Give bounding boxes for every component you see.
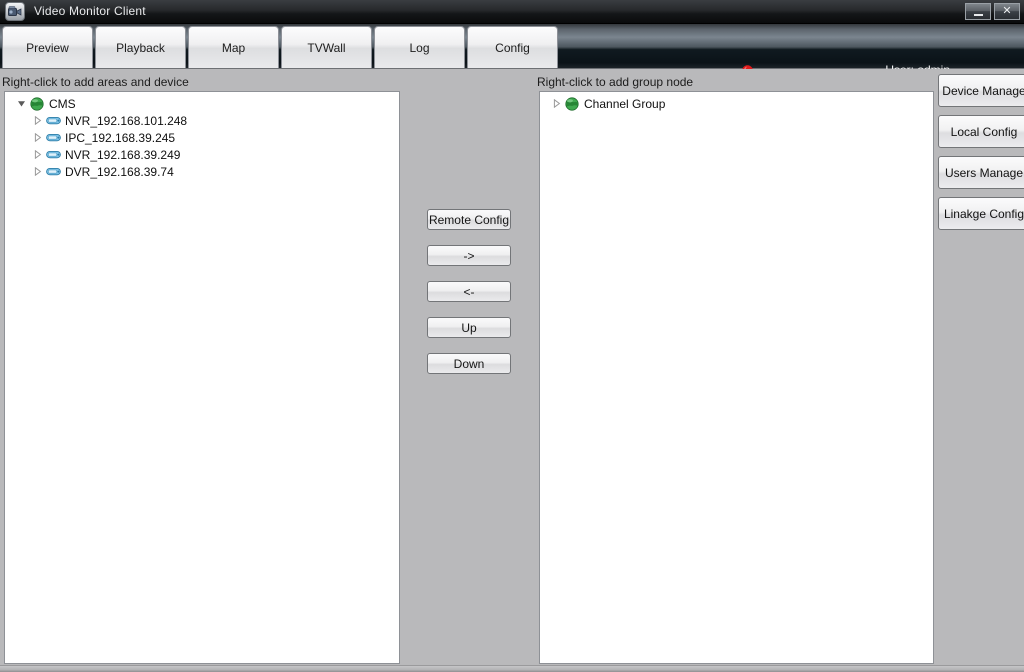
group-tree-panel[interactable]: Channel Group [539,91,934,664]
status-bar [0,665,1024,672]
chevron-right-icon[interactable] [31,165,44,178]
tree-node-label: DVR_192.168.39.74 [65,164,174,179]
button-label: -> [463,248,475,263]
group-tree: Channel Group [540,92,933,112]
tab-tvwall[interactable]: TVWall [281,26,372,68]
device-icon [44,132,62,143]
device-icon [44,166,62,177]
tab-label: Map [221,40,246,55]
chevron-right-icon[interactable] [31,114,44,127]
tree-node-label: NVR_192.168.101.248 [65,113,188,128]
sidebar-button-label: Local Config [950,124,1018,139]
tab-label: TVWall [307,40,346,55]
window-controls: ✕ [965,3,1020,20]
window-title: Video Monitor Client [34,4,146,18]
tab-label: Config [495,40,530,55]
globe-icon [563,96,581,111]
tree-node-root[interactable]: CMS [5,95,399,112]
button-label: Up [461,320,477,335]
device-icon [44,115,62,126]
tab-log[interactable]: Log [374,26,465,68]
tree-node-device[interactable]: NVR_192.168.39.249 [5,146,399,163]
right-sidebar: Device Manage Local Config Users Manage Lin… [938,69,1024,672]
sidebar-linakge-config[interactable]: Linakge Config [938,197,1024,230]
button-label: <- [463,284,475,299]
move-up-button[interactable]: Up [427,317,511,338]
chevron-right-icon[interactable] [550,97,563,110]
tab-label: Preview [26,40,69,55]
device-icon [44,149,62,160]
sidebar-local-config[interactable]: Local Config [938,115,1024,148]
move-left-button[interactable]: <- [427,281,511,302]
tab-bar: Preview Playback Map TVWall Log Config [2,26,558,68]
main-toolbar: PreviewPlaybackMapTVWallLogConfig User: … [0,24,1024,78]
close-icon[interactable]: ✕ [994,3,1020,20]
tab-preview[interactable]: Preview [2,26,93,68]
tree-node-label: Channel Group [584,96,666,111]
move-right-button[interactable]: -> [427,245,511,266]
left-panel-hint: Right-click to add areas and device [2,75,189,89]
transfer-button-group: Remote Config -> <- Up Down [427,209,511,389]
tree-node-device[interactable]: NVR_192.168.101.248 [5,112,399,129]
tab-label: Log [409,40,430,55]
tree-node-label: IPC_192.168.39.245 [65,130,176,145]
tree-node-label: NVR_192.168.39.249 [65,147,181,162]
tree-node-device[interactable]: DVR_192.168.39.74 [5,163,399,180]
tab-playback[interactable]: Playback [95,26,186,68]
globe-icon [28,96,46,111]
video-camera-icon [5,2,25,21]
tree-node-channel-group[interactable]: Channel Group [540,95,933,112]
sidebar-button-label: Device Manage [942,83,1024,98]
chevron-right-icon[interactable] [31,131,44,144]
move-down-button[interactable]: Down [427,353,511,374]
device-tree: CMS NVR_192.168.101.248 IPC_192.168.39.245… [5,92,399,180]
button-label: Remote Config [428,212,510,227]
tree-node-label: CMS [49,96,76,111]
tab-map[interactable]: Map [188,26,279,68]
tab-label: Playback [116,40,165,55]
right-panel-hint: Right-click to add group node [537,75,694,89]
button-label: Down [453,356,485,371]
title-bar: Video Monitor Client ✕ [0,0,1024,24]
sidebar-button-label: Users Manage [944,165,1024,180]
sidebar-device-manage[interactable]: Device Manage [938,74,1024,107]
sidebar-users-manage[interactable]: Users Manage [938,156,1024,189]
application-window: Video Monitor Client ✕ Preview Playback Ma… [0,0,1024,672]
minimize-icon[interactable] [965,3,991,20]
chevron-right-icon[interactable] [31,148,44,161]
content-area: Right-click to add areas and device Righ… [0,69,1024,672]
tab-config[interactable]: Config [467,26,558,68]
device-tree-panel[interactable]: CMS NVR_192.168.101.248 IPC_192.168.39.245… [4,91,400,664]
remote-config-button[interactable]: Remote Config [427,209,511,230]
chevron-down-icon[interactable] [15,97,28,110]
sidebar-button-label: Linakge Config [943,206,1024,221]
tree-node-device[interactable]: IPC_192.168.39.245 [5,129,399,146]
